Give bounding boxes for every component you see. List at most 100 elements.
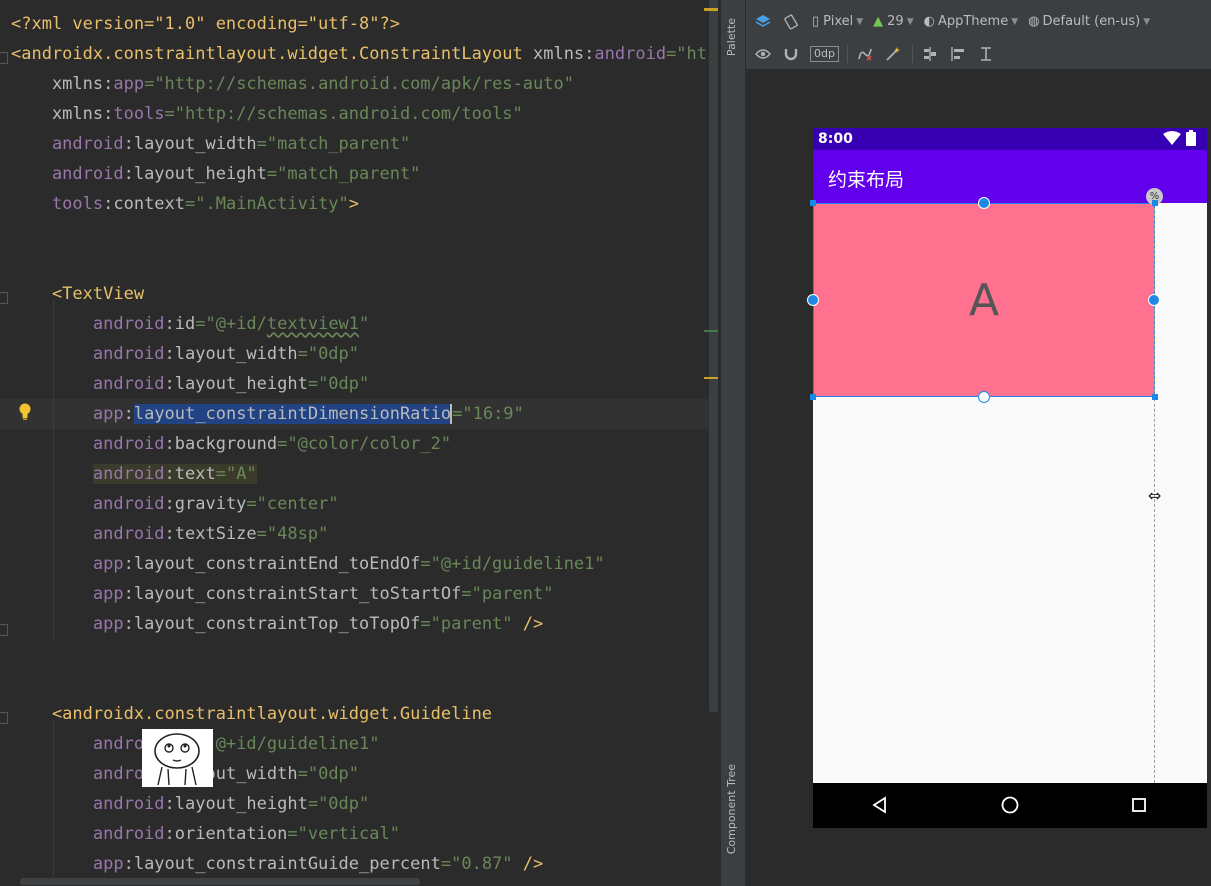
code-token: android (92, 464, 165, 484)
pack-icon[interactable] (919, 43, 941, 65)
lightbulb-icon[interactable] (18, 403, 32, 421)
code-token: " (359, 314, 370, 334)
code-line[interactable]: android:gravity="center" (11, 489, 339, 519)
code-token: ="parent" (461, 584, 554, 604)
code-line[interactable]: tools:context=".MainActivity"> (11, 189, 359, 219)
code-line[interactable]: android:layout_width="match_parent" (11, 129, 410, 159)
indent-guide (53, 300, 54, 640)
device-preview[interactable]: 8:00 约束布局 A % ⇔ (807, 128, 1207, 828)
code-line[interactable]: android:textSize="48sp" (11, 519, 328, 549)
code-token: :layout_width (123, 134, 257, 154)
magnet-icon[interactable] (780, 43, 802, 65)
code-line[interactable]: <TextView (11, 279, 144, 309)
bottom-constraint-handle[interactable] (978, 391, 990, 403)
infer-constraints-icon[interactable] (882, 43, 904, 65)
selected-text: layout_constraintDimensionRatio (133, 404, 452, 424)
code-token: :layout_height (164, 794, 308, 814)
code-token: <androidx.constraintlayout.widget.Constr… (11, 44, 533, 64)
top-constraint-handle[interactable] (978, 197, 990, 209)
editor-horizontal-scrollbar[interactable] (20, 878, 420, 885)
eye-icon[interactable] (752, 43, 774, 65)
toolbar-separator (846, 44, 848, 63)
resize-handle-top-left[interactable] (810, 200, 816, 206)
code-line[interactable]: <androidx.constraintlayout.widget.Constr… (11, 39, 707, 69)
code-line[interactable]: app:layout_constraintDimensionRatio="16:… (11, 399, 524, 429)
code-token: :layout_constraintTop_toTopOf (123, 614, 421, 634)
code-line[interactable]: xmlns:app="http://schemas.android.com/ap… (11, 69, 574, 99)
api-dropdown[interactable]: ▲ 29 ▼ (873, 14, 913, 29)
code-token: :layout_constraintGuide_percent (123, 854, 441, 874)
code-line[interactable]: app:layout_constraintGuide_percent="0.87… (11, 849, 543, 879)
code-token: :context (103, 194, 186, 214)
back-icon[interactable] (868, 793, 892, 817)
device-dropdown[interactable]: ▯ Pixel ▼ (812, 14, 863, 29)
code-token: ="0dp" (307, 374, 370, 394)
code-line[interactable]: android:layout_height="0dp" (11, 789, 369, 819)
code-token: ="ht (666, 44, 708, 64)
code-token: ="0.87" (440, 854, 513, 874)
code-token: tools (11, 194, 104, 214)
layers-icon[interactable] (752, 11, 774, 33)
code-token: :layout_height (164, 374, 308, 394)
code-token: :textSize (164, 524, 257, 544)
code-token: ="@color/color_2" (277, 434, 452, 454)
palette-tab[interactable]: Palette (725, 18, 738, 56)
wifi-icon (1163, 131, 1181, 145)
code-line[interactable]: <?xml version="1.0" encoding="utf-8"?> (11, 9, 400, 39)
guidelines-icon[interactable] (975, 43, 997, 65)
code-token: xmlns: (532, 44, 595, 64)
code-line[interactable]: android:layout_width="0dp" (11, 339, 359, 369)
default-margin-input[interactable]: 0dp (810, 45, 839, 62)
code-token: android (11, 344, 165, 364)
start-constraint-handle[interactable] (807, 294, 819, 306)
recents-icon[interactable] (1127, 793, 1151, 817)
component-tree-tab[interactable]: Component Tree (725, 764, 738, 854)
locale-dropdown[interactable]: ◍ Default (en-us) ▼ (1028, 14, 1150, 29)
code-line[interactable]: android:orientation="vertical" (11, 819, 400, 849)
code-token: :layout_width (164, 344, 298, 364)
resize-handle-bottom-left[interactable] (810, 394, 816, 400)
code-token: ="http://schemas.android.com/tools" (164, 104, 523, 124)
code-token: <androidx.constraintlayout.widget.Guidel… (11, 704, 493, 724)
chevron-down-icon: ▼ (1143, 16, 1151, 27)
textview-a[interactable]: A (813, 203, 1155, 397)
code-line[interactable]: android:text="A" (11, 459, 257, 489)
change-marker[interactable] (704, 330, 718, 332)
code-line[interactable]: android:layout_height="match_parent" (11, 159, 420, 189)
resize-handle-bottom-right[interactable] (1152, 394, 1158, 400)
code-token: android (11, 434, 165, 454)
resize-handle-top-right[interactable] (1152, 200, 1158, 206)
code-token: ="match_parent" (266, 164, 421, 184)
clear-constraints-icon[interactable] (854, 43, 876, 65)
theme-dropdown[interactable]: ◐ AppTheme ▼ (924, 14, 1019, 29)
warning-marker[interactable] (704, 377, 718, 379)
orientation-icon[interactable] (780, 11, 802, 33)
code-line[interactable]: app:layout_constraintTop_toTopOf="parent… (11, 609, 543, 639)
xml-code-editor[interactable]: <?xml version="1.0" encoding="utf-8"?> <a… (0, 0, 720, 886)
emoji-sticker (142, 729, 213, 787)
fold-marker-icon[interactable] (0, 292, 8, 304)
home-icon[interactable] (998, 793, 1022, 817)
end-constraint-handle[interactable] (1148, 294, 1160, 306)
code-line[interactable]: app:layout_constraintEnd_toEndOf="@+id/g… (11, 549, 605, 579)
design-canvas[interactable]: 8:00 约束布局 A % ⇔ (746, 70, 1211, 886)
warning-marker[interactable] (704, 8, 718, 11)
editor-vertical-scrollbar[interactable] (709, 0, 718, 712)
align-icon[interactable] (947, 43, 969, 65)
code-line[interactable]: xmlns:tools="http://schemas.android.com/… (11, 99, 523, 129)
fold-marker-icon[interactable] (0, 624, 8, 636)
code-line[interactable]: app:layout_constraintStart_toStartOf="pa… (11, 579, 554, 609)
fold-marker-icon[interactable] (0, 52, 8, 64)
android-icon: ▲ (873, 14, 884, 29)
code-token: out_width (205, 764, 298, 784)
fold-marker-icon[interactable] (0, 712, 8, 724)
code-token: ="16:9" (452, 404, 524, 424)
code-line[interactable]: android:id="@+id/textview1" (11, 309, 369, 339)
app-title: 约束布局 (828, 169, 905, 191)
locale-label: Default (en-us) (1042, 14, 1141, 29)
code-token: ="vertical" (287, 824, 400, 844)
code-line[interactable]: <androidx.constraintlayout.widget.Guidel… (11, 699, 492, 729)
code-line[interactable]: android:layout_height="0dp" (11, 369, 369, 399)
code-line[interactable]: android:background="@color/color_2" (11, 429, 451, 459)
code-token: tools (113, 104, 165, 124)
